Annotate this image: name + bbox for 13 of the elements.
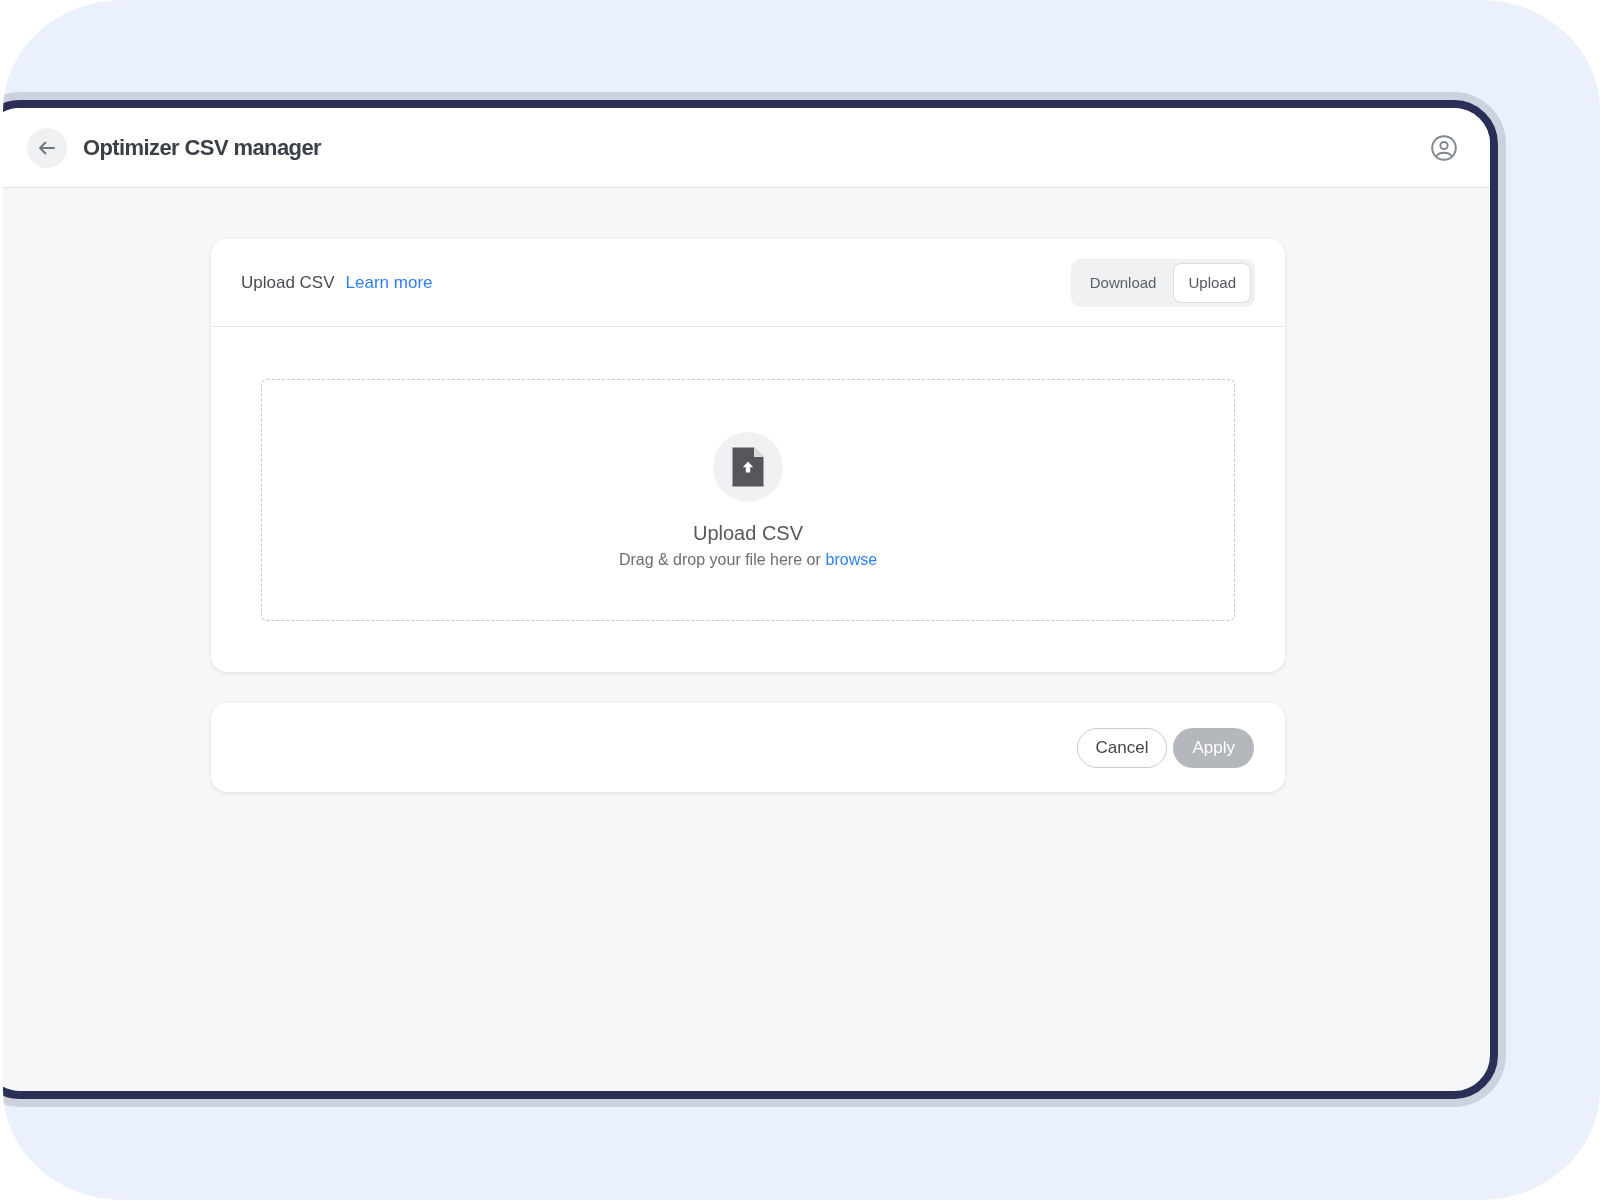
- page-title: Optimizer CSV manager: [83, 134, 322, 161]
- back-button[interactable]: [27, 127, 67, 168]
- drop-zone-title: Upload CSV: [692, 521, 804, 545]
- file-upload-icon: [713, 431, 783, 502]
- card-title: Upload CSV: [241, 272, 335, 293]
- drop-zone-hint: Drag & drop your file here or browse: [618, 550, 878, 569]
- learn-more-link[interactable]: Learn more: [345, 272, 433, 293]
- secondary-button[interactable]: Cancel: [1076, 727, 1168, 768]
- segment-tab[interactable]: Download: [1074, 262, 1172, 303]
- drop-zone[interactable]: Upload CSV Drag & drop your file here or browse: [261, 379, 1235, 621]
- browse-link[interactable]: browse: [825, 550, 878, 568]
- segment-tab[interactable]: Upload: [1173, 262, 1251, 303]
- user-profile-icon[interactable]: [1431, 134, 1457, 161]
